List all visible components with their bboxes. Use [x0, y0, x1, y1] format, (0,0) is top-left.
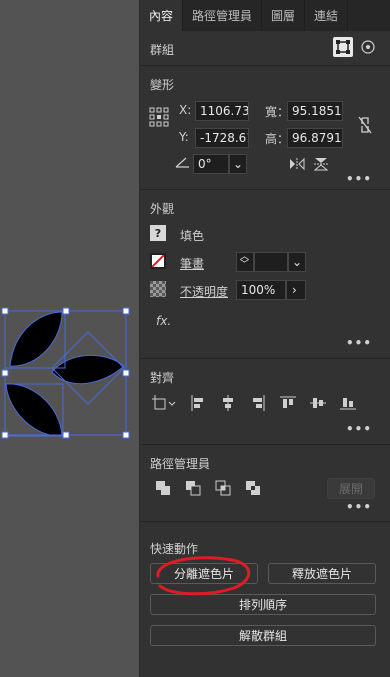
isolate-group-icon[interactable] [333, 37, 353, 57]
align-left-icon[interactable] [189, 394, 207, 412]
transform-section: 變形 X: 1106.73 Y: -1728.61 寬： 95.1851 高： … [140, 66, 390, 190]
align-bottom-icon[interactable] [339, 394, 357, 412]
release-opacity-mask-button[interactable]: 釋放遮色片 [268, 563, 376, 584]
chevron-down-icon: ⌄ [292, 255, 303, 269]
pathfinder-exclude-icon[interactable] [244, 479, 262, 497]
y-label: Y: [179, 130, 189, 144]
height-field[interactable]: 96.8791 [287, 128, 343, 148]
artwork[interactable] [0, 0, 139, 677]
opacity-checker-icon [150, 281, 166, 297]
x-field[interactable]: 1106.73 [195, 101, 249, 121]
target-icon[interactable] [358, 37, 378, 57]
chevron-down-icon: ⌄ [233, 157, 244, 171]
align-vertical-center-icon[interactable] [309, 394, 327, 412]
ungroup-button[interactable]: 解散群組 [150, 625, 376, 646]
opacity-arrow[interactable]: › [286, 280, 306, 300]
tab-pathfinder[interactable]: 路徑管理員 [183, 0, 263, 31]
stroke-swatch-icon[interactable] [150, 253, 166, 269]
pathfinder-title: 路徑管理員 [150, 457, 211, 471]
align-more-button[interactable]: ••• [346, 422, 372, 436]
properties-panel: 內容 路徑管理員 圖層 連結 群組 變形 X: 1106.73 Y: -1728… [139, 0, 390, 677]
angle-dropdown[interactable]: ⌄ [229, 154, 247, 174]
flip-horizontal-icon[interactable] [288, 156, 306, 172]
opacity-label[interactable]: 不透明度 [180, 283, 228, 300]
leaf-top[interactable] [9, 311, 63, 367]
fill-label: 填色 [180, 229, 205, 243]
red-annotation-circle [156, 556, 251, 596]
pathfinder-section: 路徑管理員 展開 ••• [140, 445, 390, 522]
leaf-bottom[interactable] [5, 383, 63, 437]
appearance-more-button[interactable]: ••• [346, 336, 372, 350]
height-label: 高： [265, 132, 290, 146]
transform-more-button[interactable]: ••• [346, 172, 372, 186]
stepper-arrows-icon: ︿ ﹀ [240, 252, 250, 270]
constrain-proportions-icon[interactable] [356, 114, 374, 136]
width-label: 寬： [265, 105, 290, 119]
stroke-weight-dropdown[interactable]: ⌄ [288, 252, 306, 272]
stroke-weight-field[interactable] [254, 252, 288, 272]
tab-layers[interactable]: 圖層 [262, 0, 306, 31]
flip-vertical-icon[interactable] [312, 156, 330, 172]
group-section: 群組 [140, 31, 390, 66]
appearance-section: 外觀 ? 填色 筆畫 ︿ ﹀ ⌄ 不透明度 100% › fx. ••• [140, 190, 390, 359]
pathfinder-unite-icon[interactable] [154, 479, 172, 497]
fill-swatch-icon[interactable]: ? [150, 225, 166, 241]
reference-point-icon[interactable] [148, 106, 170, 128]
artboard-canvas[interactable] [0, 0, 139, 677]
pathfinder-more-button[interactable]: ••• [346, 500, 372, 514]
appearance-title: 外觀 [150, 202, 175, 216]
pathfinder-minus-front-icon[interactable] [184, 479, 202, 497]
width-field[interactable]: 95.1851 [287, 101, 343, 121]
align-right-icon[interactable] [249, 394, 267, 412]
quick-actions-section: 快速動作 分離遮色片 釋放遮色片 排列順序 解散群組 [140, 522, 390, 672]
pathfinder-intersect-icon[interactable] [214, 479, 232, 497]
stroke-label[interactable]: 筆畫 [180, 255, 204, 272]
arrange-button[interactable]: 排列順序 [150, 594, 376, 615]
opacity-field[interactable]: 100% [236, 280, 286, 300]
stroke-weight-stepper[interactable]: ︿ ﹀ [236, 252, 254, 272]
angle-field[interactable]: 0° [193, 154, 229, 174]
align-top-icon[interactable] [279, 394, 297, 412]
expand-button[interactable]: 展開 [327, 478, 375, 499]
rotate-angle-icon [174, 154, 192, 170]
align-title: 對齊 [150, 371, 175, 385]
transform-title: 變形 [150, 78, 175, 92]
align-horizontal-center-icon[interactable] [219, 394, 237, 412]
x-label: X: [179, 103, 192, 117]
panel-tabs: 內容 路徑管理員 圖層 連結 [140, 0, 390, 31]
tab-links[interactable]: 連結 [305, 0, 349, 31]
tab-properties[interactable]: 內容 [140, 0, 184, 31]
align-section: 對齊 ••• [140, 359, 390, 445]
fx-effects-button[interactable]: fx. [156, 314, 171, 328]
align-to-selection-icon[interactable] [152, 394, 178, 412]
chevron-right-icon: › [292, 283, 297, 297]
y-field[interactable]: -1728.61 [195, 128, 249, 148]
group-label: 群組 [150, 43, 175, 57]
